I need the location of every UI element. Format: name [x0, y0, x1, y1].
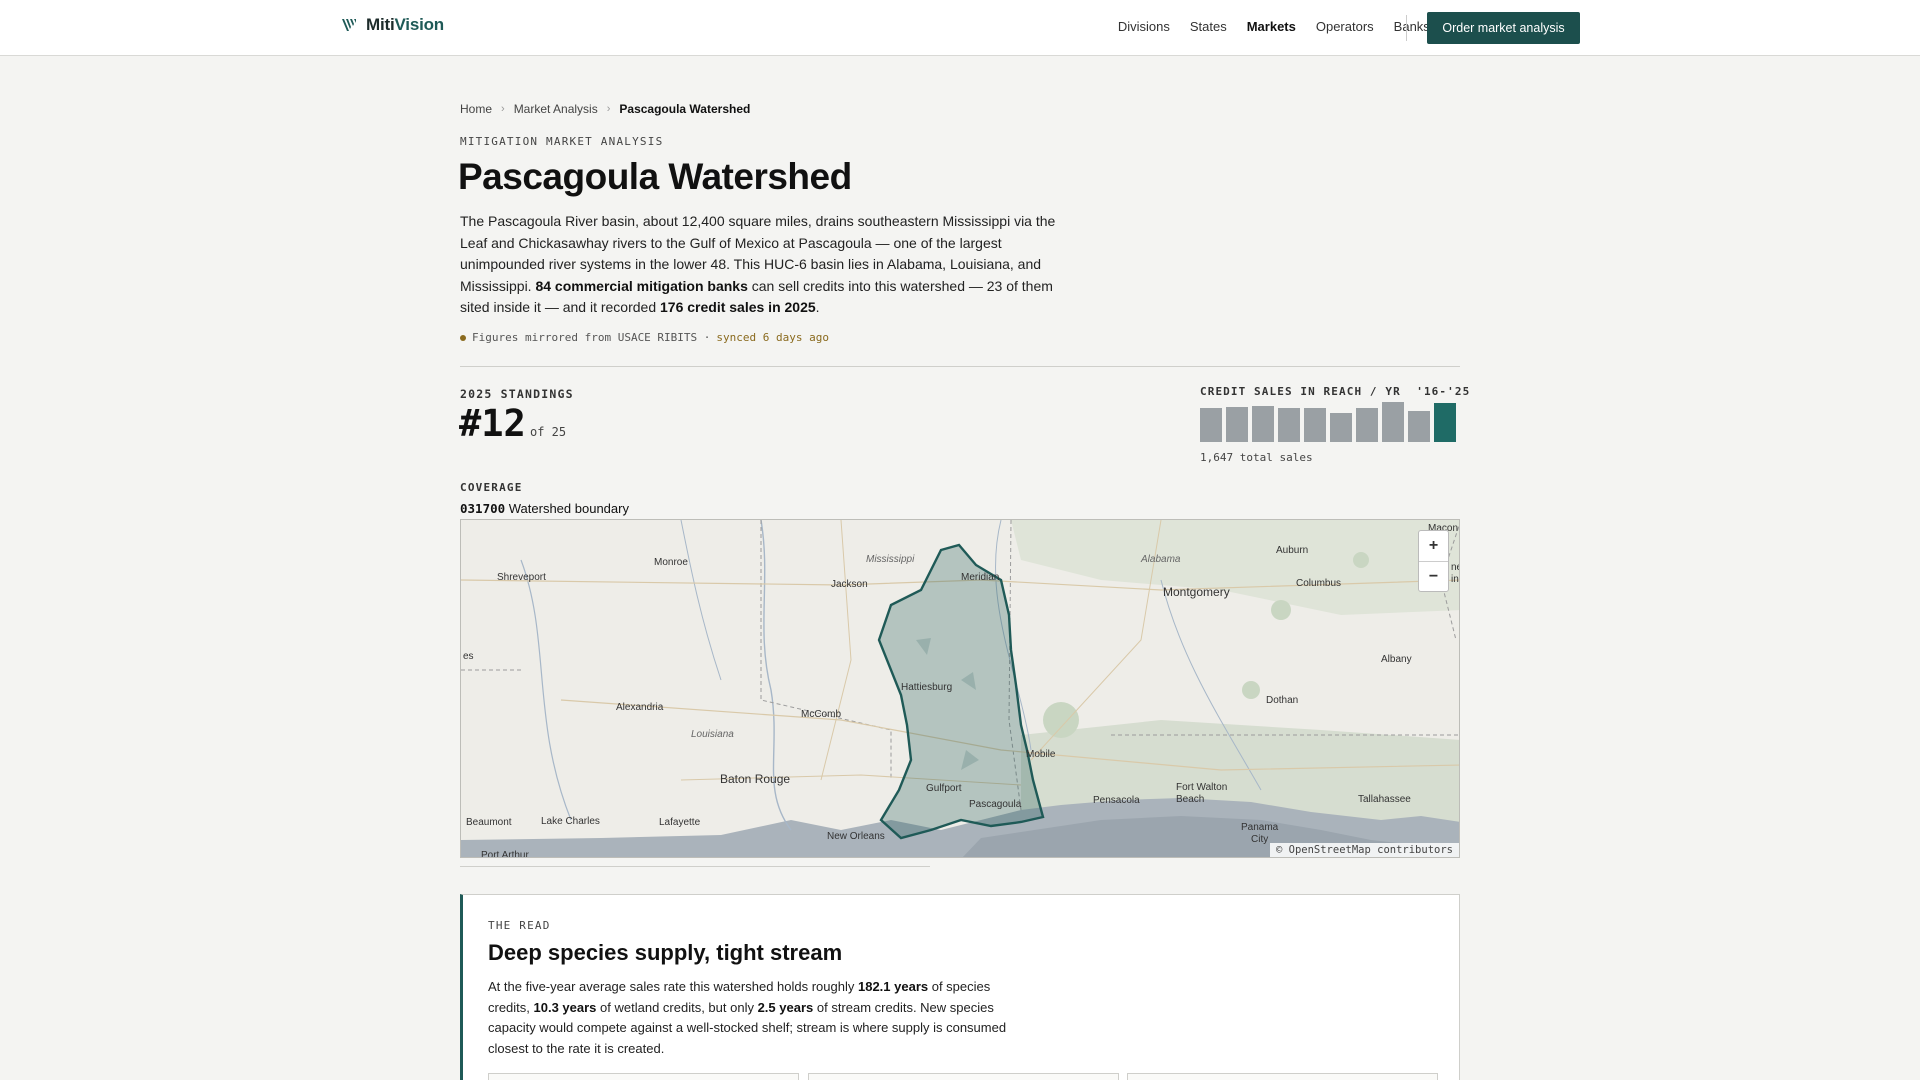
credit-sales-bar-2022 — [1356, 408, 1378, 442]
credit-sales-bar-2017 — [1226, 407, 1248, 442]
standings-rank: #12 — [459, 402, 526, 445]
the-read-card: THE READ Deep species supply, tight stre… — [460, 894, 1460, 1080]
breadcrumb: Home › Market Analysis › Pascagoula Wate… — [460, 102, 750, 116]
map-label-ne: ne — [1451, 562, 1460, 573]
credit-sales-bar-2025 — [1434, 403, 1456, 442]
page-eyebrow: MITIGATION MARKET ANALYSIS — [460, 135, 664, 148]
read-stat-box — [808, 1073, 1119, 1080]
coverage-name: 031700 Watershed boundary — [460, 501, 629, 516]
map-attribution[interactable]: © OpenStreetMap contributors — [1269, 843, 1459, 857]
watershed-map[interactable]: Shreveport Monroe Jackson Mississippi Me… — [460, 519, 1460, 858]
map-label-albany: Albany — [1381, 654, 1412, 665]
credit-sales-chart — [1200, 400, 1460, 442]
credit-sales-bar-2019 — [1278, 408, 1300, 442]
map-label-louisiana: Louisiana — [691, 729, 734, 740]
breadcrumb-home[interactable]: Home — [460, 102, 492, 116]
credit-sales-bar-2021 — [1330, 413, 1352, 442]
standings-of: of 25 — [530, 425, 567, 439]
nav-item-states[interactable]: States — [1190, 19, 1227, 34]
map-label-ins: ins — [1451, 574, 1460, 585]
breadcrumb-current: Pascagoula Watershed — [619, 102, 751, 116]
map-label-tallahassee: Tallahassee — [1358, 794, 1411, 805]
map-label-pensacola: Pensacola — [1093, 795, 1140, 806]
map-label-mobile: Mobile — [1026, 749, 1056, 760]
credit-sales-bar-2024 — [1408, 411, 1430, 442]
map-canvas[interactable]: Shreveport Monroe Jackson Mississippi Me… — [461, 520, 1460, 858]
read-title: Deep species supply, tight stream — [488, 940, 843, 965]
brand-name: MitiVision — [366, 15, 444, 34]
map-label-monroe: Monroe — [654, 557, 688, 568]
map-label-beach: Beach — [1176, 794, 1204, 805]
breadcrumb-market-analysis[interactable]: Market Analysis — [514, 102, 598, 116]
map-label-montgomery: Montgomery — [1163, 585, 1230, 599]
map-label-dothan: Dothan — [1266, 695, 1298, 706]
map-label-pascagoula: Pascagoula — [969, 799, 1022, 810]
map-label-shreveport: Shreveport — [497, 572, 546, 583]
standings-label: 2025 STANDINGS — [460, 387, 574, 401]
map-label-port-arthur: Port Arthur — [481, 850, 529, 858]
credit-sales-bar-2020 — [1304, 408, 1326, 442]
nav-divider — [1406, 15, 1407, 41]
read-stat-box — [1127, 1073, 1438, 1080]
order-market-analysis-button[interactable]: Order market analysis — [1427, 12, 1580, 44]
brand-logo[interactable]: MitiVision — [340, 15, 444, 35]
nav-item-operators[interactable]: Operators — [1316, 19, 1374, 34]
map-label-lake-charles: Lake Charles — [541, 816, 600, 827]
page-title: Pascagoula Watershed — [458, 156, 852, 197]
chevron-right-icon: › — [606, 103, 611, 115]
chevron-right-icon: › — [501, 103, 505, 115]
read-label: THE READ — [488, 919, 551, 932]
map-label-es: es — [463, 651, 474, 662]
coverage-label: COVERAGE — [460, 481, 523, 494]
leaf-mark-icon — [342, 19, 356, 31]
map-zoom-controls: + − — [1418, 530, 1449, 592]
map-label-lafayette: Lafayette — [659, 817, 701, 828]
map-label-mississippi: Mississippi — [866, 554, 915, 565]
map-label-meridian: Meridian — [961, 572, 999, 583]
data-source-note: Figures mirrored from USACE RIBITS · syn… — [460, 331, 829, 344]
map-label-city: City — [1251, 834, 1268, 845]
map-label-auburn: Auburn — [1276, 545, 1308, 556]
nav-item-divisions[interactable]: Divisions — [1118, 19, 1170, 34]
credit-sales-label: CREDIT SALES IN REACH / YR '16-'25 — [1200, 385, 1471, 398]
credit-sales-bar-2018 — [1252, 406, 1274, 442]
credit-sales-bar-2016 — [1200, 408, 1222, 442]
map-label-baton-rouge: Baton Rouge — [720, 772, 790, 786]
map-label-gulfport: Gulfport — [926, 783, 962, 794]
map-label-new-orleans: New Orleans — [827, 831, 885, 842]
map-label-columbus: Columbus — [1296, 578, 1341, 589]
map-label-beaumont: Beaumont — [466, 817, 512, 828]
map-label-panama: Panama — [1241, 822, 1279, 833]
map-label-alabama: Alabama — [1140, 554, 1181, 565]
zoom-out-button[interactable]: − — [1419, 561, 1448, 591]
map-label-jackson: Jackson — [831, 579, 868, 590]
section-divider — [460, 366, 1460, 367]
zoom-in-button[interactable]: + — [1419, 531, 1448, 561]
credit-sales-total: 1,647 total sales — [1200, 451, 1313, 464]
map-label-hattiesburg: Hattiesburg — [901, 682, 952, 693]
read-stat-box — [488, 1073, 799, 1080]
nav-item-markets[interactable]: Markets — [1247, 19, 1296, 34]
credit-sales-bar-2023 — [1382, 402, 1404, 442]
map-label-mccomb: McComb — [801, 709, 841, 720]
status-dot-icon — [460, 334, 466, 341]
read-paragraph: At the five-year average sales rate this… — [488, 979, 1007, 1056]
map-divider — [460, 866, 930, 867]
map-label-alexandria: Alexandria — [616, 702, 664, 713]
synced-text: synced 6 days ago — [716, 331, 830, 344]
top-navigation-bar: MitiVision Divisions States Markets Oper… — [0, 0, 1920, 56]
map-label-fort-walton: Fort Walton — [1176, 782, 1227, 793]
source-text: Figures mirrored from USACE RIBITS · — [472, 331, 711, 344]
intro-paragraph: The Pascagoula River basin, about 12,400… — [460, 213, 1056, 315]
